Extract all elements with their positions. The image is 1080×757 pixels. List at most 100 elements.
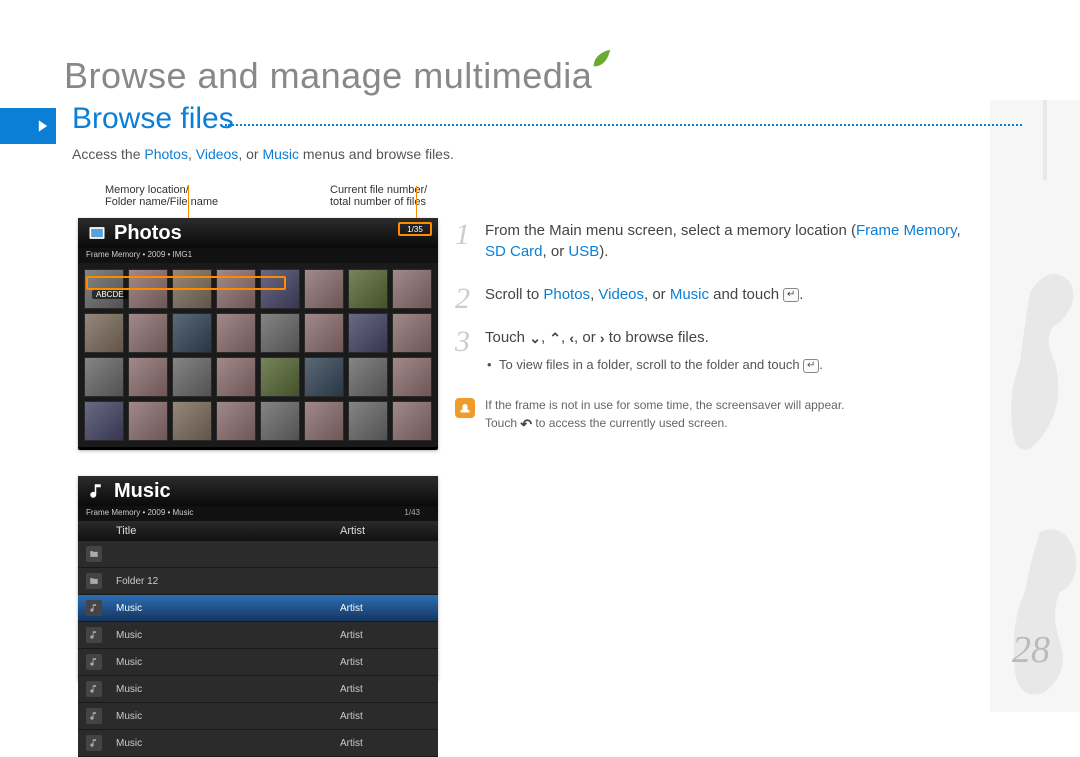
photo-thumb: [348, 313, 388, 353]
music-row-title: Music: [116, 738, 340, 749]
folder-icon: [86, 573, 102, 589]
enter-icon: ↵: [783, 288, 799, 302]
music-row: MusicArtist: [78, 703, 438, 730]
music-file-icon: [86, 708, 102, 724]
music-title: Music: [114, 480, 171, 503]
music-row: [78, 541, 438, 568]
music-breadcrumb-row: Frame Memory • 2009 • Music 1/43: [78, 506, 438, 521]
music-row-title: Music: [116, 657, 340, 668]
col-title: Title: [116, 525, 340, 537]
folder-icon: [86, 546, 102, 562]
callout-file-number: Current file number/ total number of fil…: [330, 184, 500, 208]
music-row-artist: Artist: [340, 657, 430, 668]
photo-thumb: [348, 357, 388, 397]
intro-suffix: menus and browse files.: [303, 146, 454, 162]
photo-thumb: [348, 269, 388, 309]
enter-icon: ↵: [803, 359, 819, 373]
photo-thumb: [172, 401, 212, 441]
step-3-sub: To view files in a folder, scroll to the…: [499, 356, 975, 374]
note-icon: [455, 398, 475, 418]
music-header: Music: [78, 476, 438, 506]
photo-thumb: [216, 357, 256, 397]
photo-thumb: [84, 313, 124, 353]
step-3: 3 Touch ⌄, ⌃, ‹, or › to browse files. T…: [455, 327, 975, 374]
music-file-icon: [86, 627, 102, 643]
photo-thumb: [392, 313, 432, 353]
music-row-title: Music: [116, 630, 340, 641]
music-note-icon: [86, 480, 108, 502]
decorative-sidebar: [990, 100, 1080, 712]
photo-thumb: [260, 357, 300, 397]
section-heading: Browse files: [72, 102, 234, 136]
callout-memory-location: Memory location/ Folder name/File name: [105, 184, 275, 208]
page-number: 28: [1012, 628, 1050, 672]
instruction-steps: 1 From the Main menu screen, select a me…: [455, 220, 975, 432]
chevron-right-icon: [36, 119, 50, 133]
photo-thumb: [260, 401, 300, 441]
music-list: Title Artist Folder 12MusicArtistMusicAr…: [78, 521, 438, 757]
kw-videos: Videos: [196, 146, 239, 162]
step-number: 1: [455, 214, 470, 256]
intro-prefix: Access the: [72, 146, 144, 162]
photo-thumb: [304, 357, 344, 397]
note-line-2: Touch ↶ to access the currently used scr…: [485, 414, 975, 432]
intro-text: Access the Photos, Videos, or Music menu…: [72, 146, 454, 162]
photo-thumb: [128, 313, 168, 353]
section-marker: [0, 108, 56, 144]
music-row-artist: Artist: [340, 603, 430, 614]
music-screenshot: Music Frame Memory • 2009 • Music 1/43 T…: [78, 476, 438, 681]
music-breadcrumb: Frame Memory • 2009 • Music: [86, 508, 193, 517]
photo-thumb: [216, 313, 256, 353]
music-column-header: Title Artist: [78, 521, 438, 541]
step-1: 1 From the Main menu screen, select a me…: [455, 220, 975, 262]
photo-thumbnail-grid: [78, 263, 438, 447]
screensaver-note: If the frame is not in use for some time…: [455, 396, 975, 432]
kw-photos: Photos: [144, 146, 188, 162]
photo-thumb: [172, 313, 212, 353]
back-icon: ↶: [520, 417, 532, 431]
right-icon: ›: [600, 331, 605, 345]
music-row: MusicArtist: [78, 676, 438, 703]
photos-screenshot: Photos 1/35 Frame Memory • 2009 • IMG1 A…: [78, 218, 438, 450]
music-row: MusicArtist: [78, 649, 438, 676]
music-row-title: Music: [116, 603, 340, 614]
photo-thumb: [304, 313, 344, 353]
music-row-title: Folder 12: [116, 576, 340, 587]
music-file-icon: [86, 681, 102, 697]
music-row: MusicArtist: [78, 730, 438, 757]
music-row-artist: Artist: [340, 684, 430, 695]
selected-file-label: ABCDE: [92, 290, 128, 299]
photo-thumb: [304, 401, 344, 441]
callout-line-b: [416, 186, 417, 220]
breadcrumb-highlight: ABCDE: [86, 276, 286, 290]
photos-title: Photos: [114, 222, 182, 245]
music-file-icon: [86, 735, 102, 751]
photo-thumb: [392, 401, 432, 441]
photo-thumb: [216, 401, 256, 441]
dotted-rule: [225, 124, 1022, 126]
leaf-icon: [590, 48, 612, 70]
photo-thumb: [84, 401, 124, 441]
photo-thumb: [172, 357, 212, 397]
music-row-artist: Artist: [340, 738, 430, 749]
step-2: 2 Scroll to Photos, Videos, or Music and…: [455, 284, 975, 305]
down-icon: ⌄: [529, 331, 541, 345]
music-count: 1/43: [404, 508, 430, 517]
music-row-artist: Artist: [340, 711, 430, 722]
kw-music: Music: [262, 146, 299, 162]
photos-header: Photos 1/35: [78, 218, 438, 248]
page-title: Browse and manage multimedia: [64, 55, 592, 97]
photos-breadcrumb: Frame Memory • 2009 • IMG1: [78, 248, 438, 263]
photo-thumb: [304, 269, 344, 309]
music-row-artist: Artist: [340, 630, 430, 641]
step-number: 2: [455, 278, 470, 320]
music-row: MusicArtist: [78, 595, 438, 622]
up-icon: ⌃: [549, 331, 561, 345]
music-row-title: Music: [116, 684, 340, 695]
photo-thumb: [392, 357, 432, 397]
photo-thumb: [128, 401, 168, 441]
music-file-icon: [86, 654, 102, 670]
music-row-title: Music: [116, 711, 340, 722]
callout-line-a: [188, 186, 189, 218]
photo-thumb: [348, 401, 388, 441]
